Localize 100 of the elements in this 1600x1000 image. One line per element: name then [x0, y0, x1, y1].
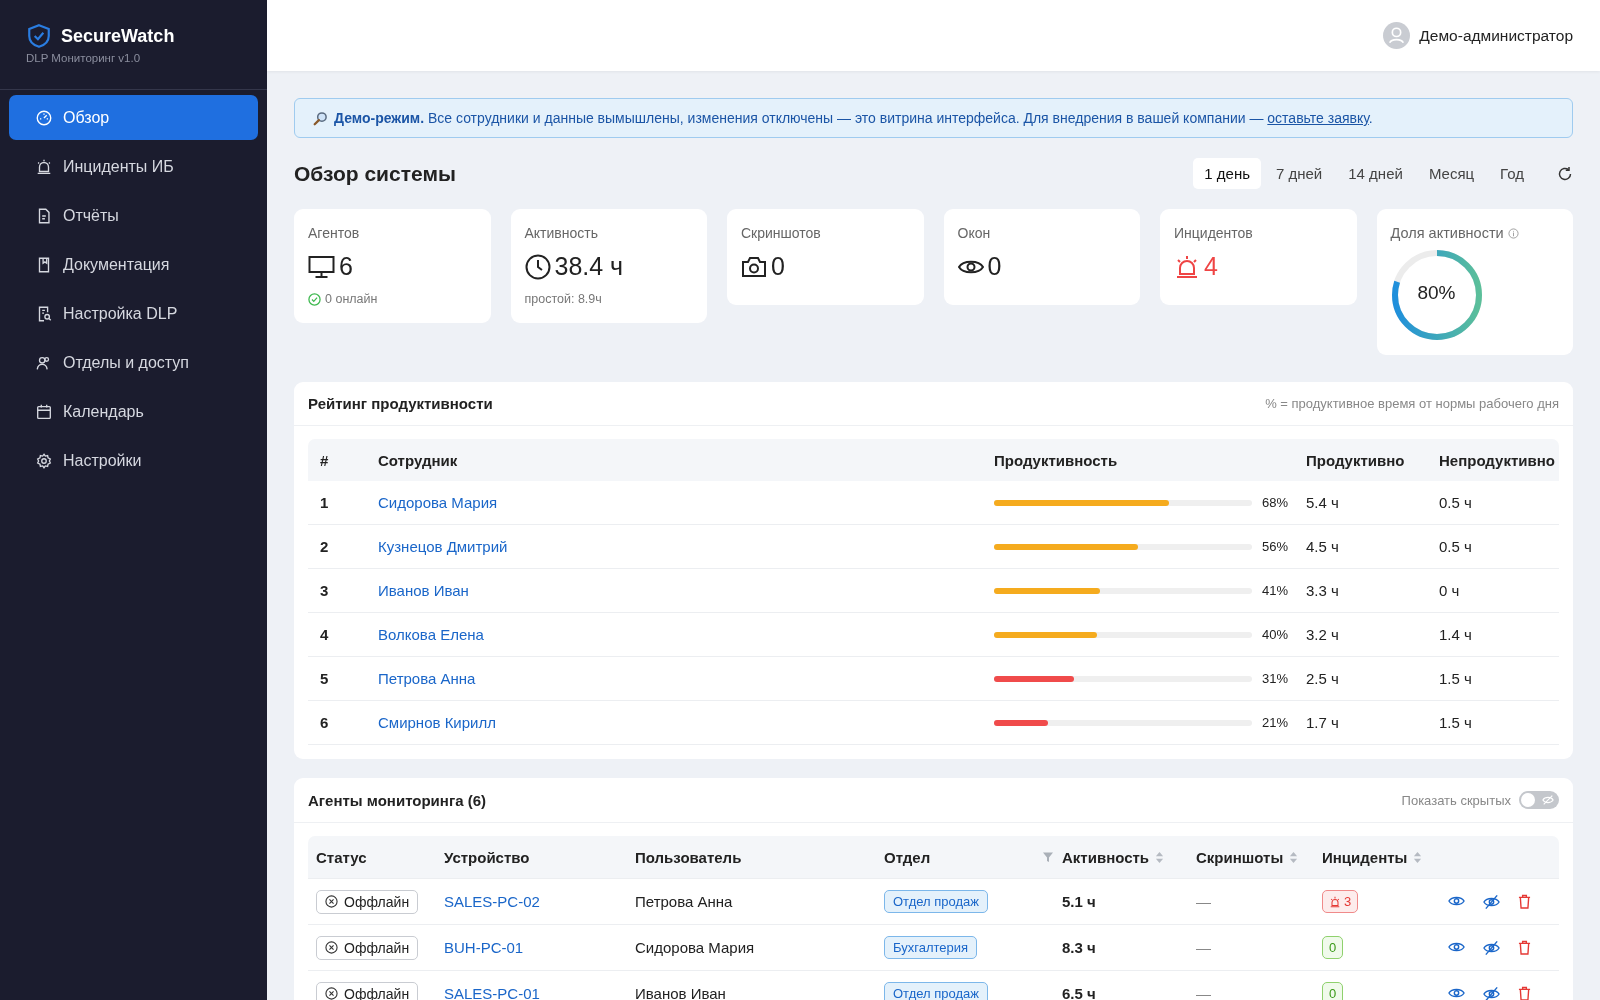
- hide-icon[interactable]: [1483, 985, 1500, 1000]
- employee-link[interactable]: Сидорова Мария: [378, 493, 498, 511]
- offline-icon: [325, 941, 338, 954]
- period-tab[interactable]: Месяц: [1417, 158, 1486, 189]
- nav-item[interactable]: Календарь: [9, 389, 258, 434]
- stat-label: Скриншотов: [741, 225, 822, 241]
- department-tag: Отдел продаж: [884, 982, 988, 1000]
- period-tab[interactable]: Год: [1489, 158, 1535, 189]
- department-tag: Бухгалтерия: [884, 936, 978, 959]
- stat-value: 6: [339, 252, 353, 281]
- clock-icon: [524, 253, 551, 280]
- period-tab[interactable]: 1 день: [1193, 158, 1261, 189]
- table-cell-text: 5.4 ч: [1306, 494, 1340, 511]
- percent-cell: 40%: [1262, 627, 1289, 642]
- incident-badge: 3: [1322, 890, 1359, 913]
- nav-item[interactable]: Отчёты: [9, 193, 258, 238]
- gear-icon: [35, 451, 53, 470]
- refresh-icon[interactable]: [1557, 165, 1573, 182]
- hide-icon[interactable]: [1483, 893, 1500, 910]
- nav-item[interactable]: Инциденты ИБ: [9, 144, 258, 189]
- table-cell-text: Сидорова Мария: [635, 939, 756, 956]
- stat-label: Окон: [957, 225, 992, 241]
- nav-item[interactable]: Обзор: [9, 95, 258, 140]
- app-subtitle: DLP Мониторинг v1.0: [26, 52, 142, 64]
- table-cell-text: 1.4 ч: [1439, 626, 1473, 643]
- stat-value: 4: [1204, 252, 1218, 281]
- card-title: Агенты мониторинга (6): [308, 791, 486, 809]
- request-link[interactable]: оставьте заявку: [1267, 110, 1369, 126]
- table-cell-text: 6.5 ч: [1062, 985, 1097, 1000]
- page-title: Обзор системы: [294, 161, 456, 186]
- app-name: SecureWatch: [61, 25, 175, 47]
- column-header: Продуктивность: [994, 451, 1119, 469]
- delete-icon[interactable]: [1518, 985, 1531, 1000]
- rank-cell-text: 4: [320, 626, 330, 643]
- employee-link[interactable]: Смирнов Кирилл: [378, 713, 496, 731]
- column-header: Непродуктивно: [1439, 451, 1555, 469]
- table-cell-text: —: [1196, 893, 1212, 910]
- employee-link[interactable]: Иванов Иван: [378, 581, 469, 599]
- nav-item[interactable]: Настройки: [9, 438, 258, 483]
- gauge-icon: [35, 108, 53, 127]
- status-badge: Оффлайн: [316, 889, 419, 914]
- stat-label: Агентов: [308, 225, 361, 241]
- table-cell-text: —: [1196, 939, 1212, 956]
- table-cell-text: 8.3 ч: [1062, 939, 1097, 956]
- percent-cell: 21%: [1262, 715, 1289, 730]
- rank-cell-text: 2: [320, 538, 330, 555]
- table-cell-text: 4.5 ч: [1306, 538, 1340, 555]
- delete-icon[interactable]: [1518, 893, 1531, 909]
- employee-link[interactable]: Кузнецов Дмитрий: [378, 537, 508, 555]
- card-note: % = продуктивное время от нормы рабочего дня: [1265, 396, 1559, 411]
- calendar-icon: [35, 402, 53, 421]
- column-header: Продуктивно: [1306, 451, 1406, 469]
- percent-cell: 31%: [1262, 671, 1289, 686]
- table-cell-text: —: [1196, 985, 1212, 1000]
- nav-item[interactable]: Отделы и доступ: [9, 340, 258, 385]
- alarm-icon: [1329, 895, 1341, 908]
- rank-cell-text: 6: [320, 714, 330, 731]
- column-header: #: [320, 451, 330, 469]
- rank-cell-text: 5: [320, 670, 330, 687]
- donut-value: 80%: [1416, 282, 1457, 304]
- delete-icon[interactable]: [1518, 939, 1531, 955]
- device-link[interactable]: SALES-PC-02: [444, 892, 540, 910]
- stat-subtext: 0 онлайн: [325, 292, 378, 306]
- check-circle-icon: [308, 292, 321, 306]
- column-header: Инциденты: [1322, 848, 1408, 866]
- hide-icon[interactable]: [1483, 939, 1500, 956]
- user-name[interactable]: Демо-администратор: [1419, 26, 1573, 45]
- banner-text: Демо-режим. Все сотрудники и данные вымышлены, изменения отключены — это витрина интерфейса. Для внедрения в вашей компании — оставьте заявку.: [334, 110, 1373, 126]
- rank-cell-text: 3: [320, 582, 330, 599]
- card-title: Рейтинг продуктивности: [308, 395, 493, 412]
- column-header: Пользователь: [635, 848, 742, 866]
- incident-badge: 0: [1322, 982, 1344, 1000]
- monitor-icon: [308, 254, 335, 279]
- table-cell-text: 1.5 ч: [1439, 714, 1473, 731]
- table-cell-text: 3.3 ч: [1306, 582, 1340, 599]
- table-cell-text: Петрова Анна: [635, 893, 734, 910]
- show-hidden-toggle[interactable]: [1519, 791, 1559, 809]
- rank-cell-text: 1: [320, 494, 330, 511]
- nav-item[interactable]: Документация: [9, 242, 258, 287]
- column-header: Устройство: [444, 848, 530, 866]
- table-cell-text: 5.1 ч: [1062, 893, 1097, 910]
- stat-value: 38.4 ч: [554, 252, 624, 281]
- offline-icon: [325, 895, 338, 908]
- table-cell-text: 1.7 ч: [1306, 714, 1340, 731]
- offline-icon: [325, 987, 338, 1000]
- toggle-label: Показать скрытых: [1401, 792, 1511, 808]
- table-cell-text: 0.5 ч: [1439, 538, 1473, 555]
- stat-subtext: простой: 8.9ч: [524, 292, 602, 306]
- employee-link[interactable]: Волкова Елена: [378, 625, 484, 643]
- status-badge: Оффлайн: [316, 935, 419, 960]
- device-link[interactable]: BUH-PC-01: [444, 938, 524, 956]
- employee-link[interactable]: Петрова Анна: [378, 669, 476, 687]
- period-tab[interactable]: 14 дней: [1337, 158, 1414, 189]
- alarm-icon: [35, 157, 53, 176]
- period-tab[interactable]: 7 дней: [1265, 158, 1334, 189]
- camera-icon: [741, 255, 767, 278]
- stat-value: 0: [987, 252, 1002, 281]
- stat-label: Инцидентов: [1174, 225, 1254, 241]
- nav-item[interactable]: Настройка DLP: [9, 291, 258, 336]
- device-link[interactable]: SALES-PC-01: [444, 984, 540, 1000]
